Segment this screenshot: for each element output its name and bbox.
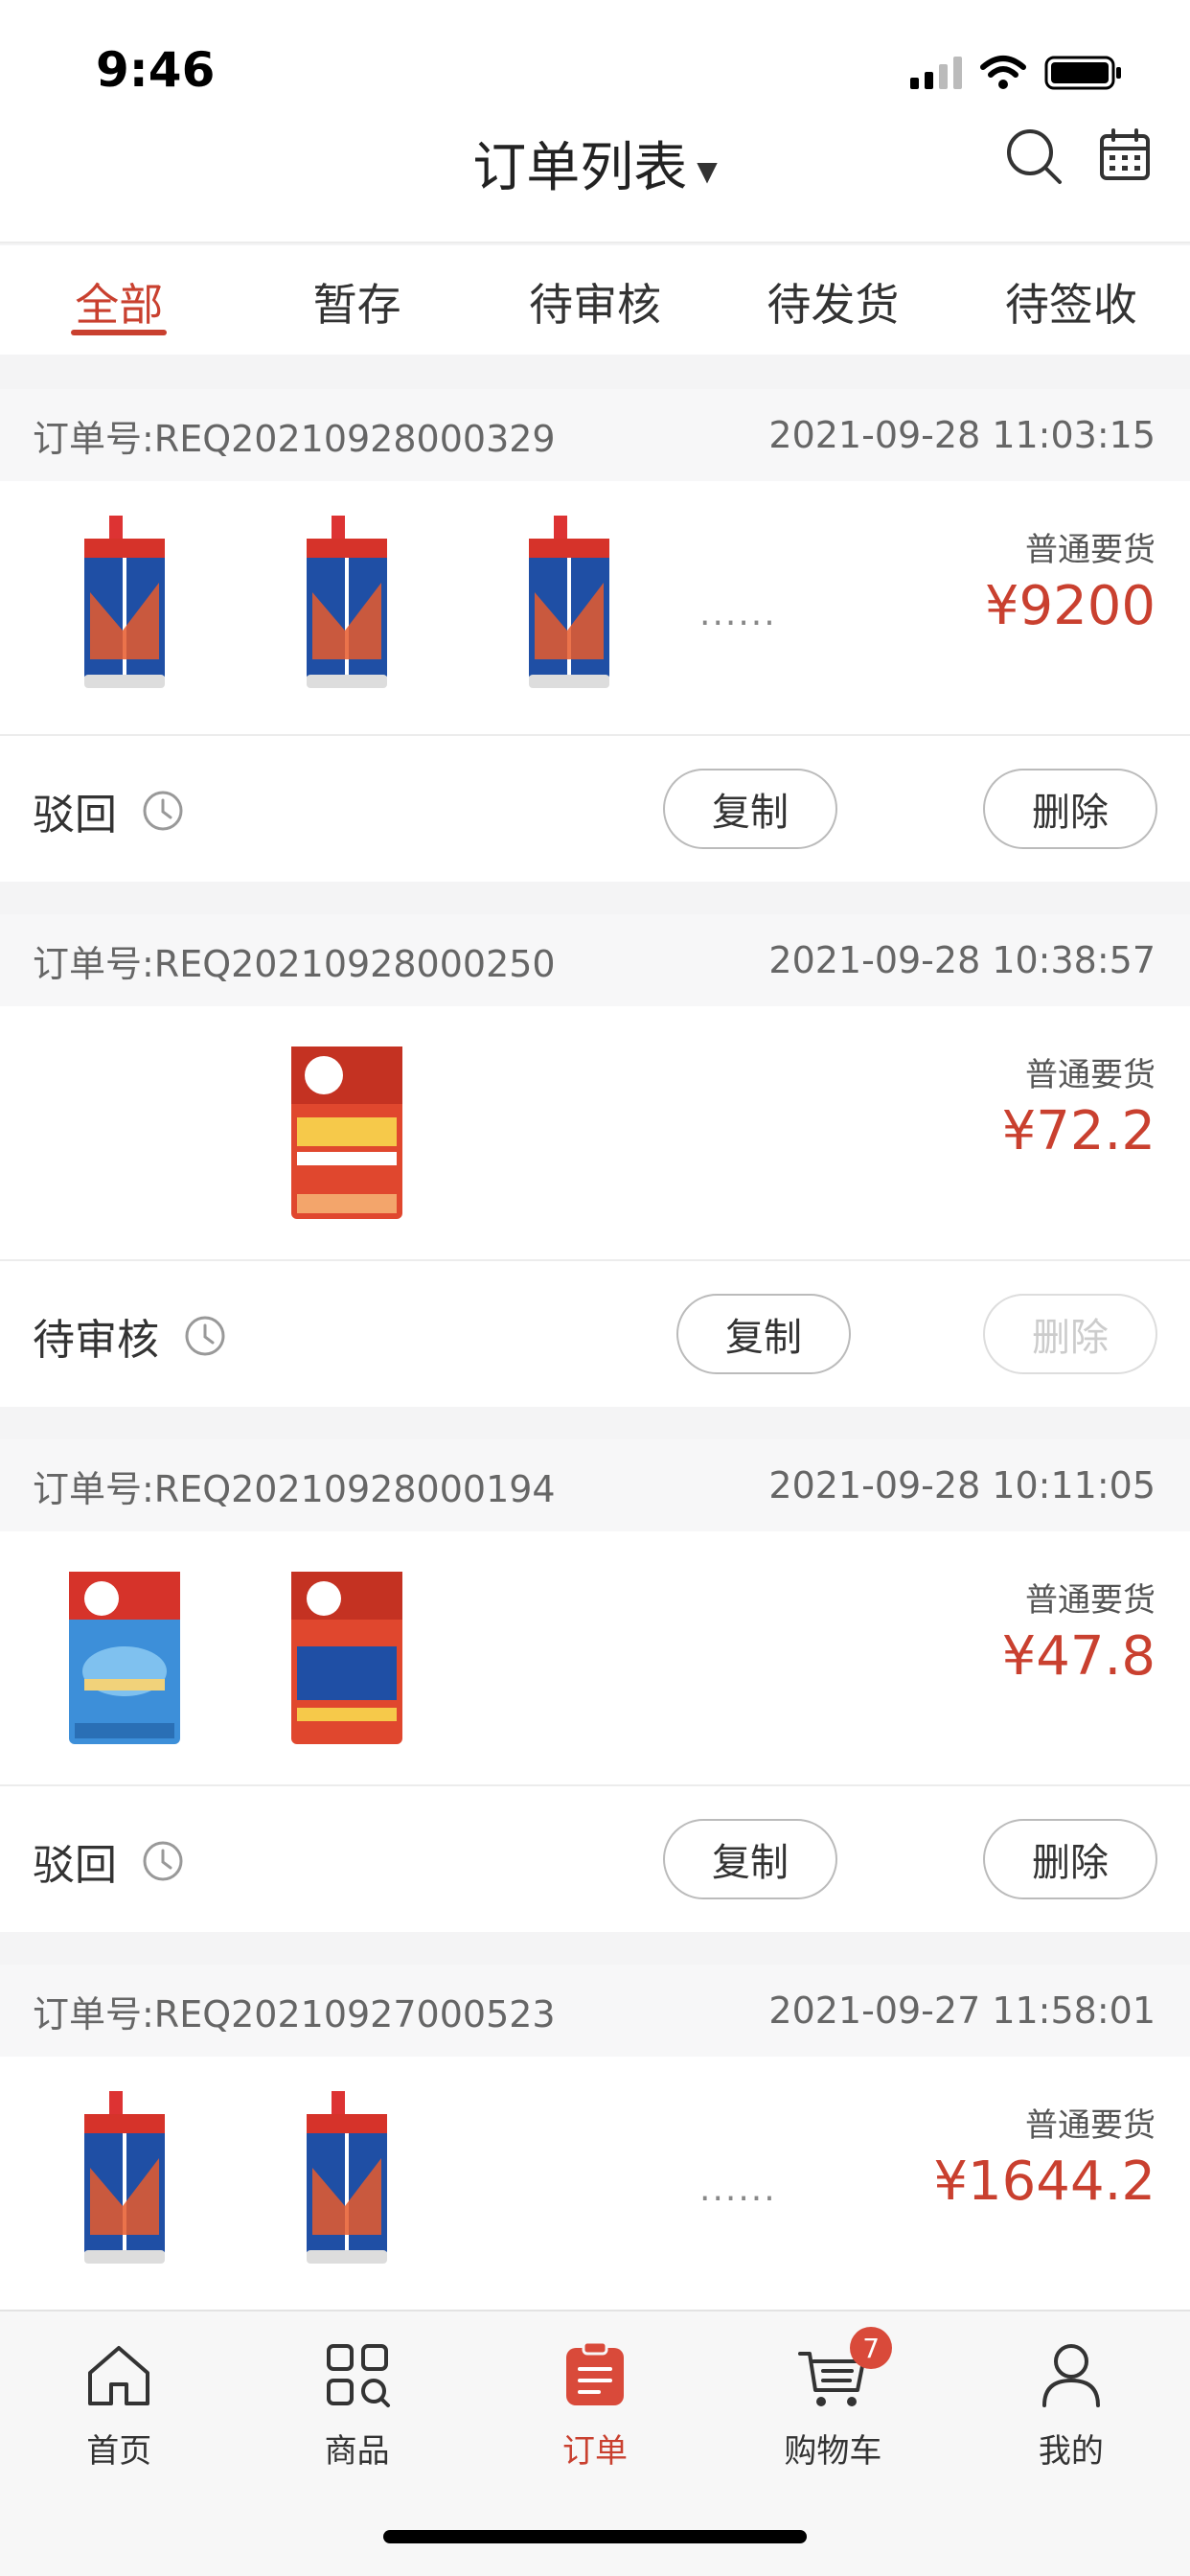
order-datetime: 2021-09-27 11:58:01	[768, 1990, 1156, 2032]
tabbar-label: 我的	[1038, 2432, 1104, 2471]
tab-pending-review[interactable]: 待审核	[476, 245, 714, 355]
tile-adhesive-bag-image	[291, 1572, 402, 1744]
tabbar-label: 购物车	[784, 2432, 882, 2471]
order-header: 订单号:REQ20210928000250 2021-09-28 10:38:5…	[0, 914, 1190, 1006]
order-status: 待审核	[33, 1305, 226, 1367]
tile-adhesive-bag-image	[69, 1572, 180, 1744]
sealant-tube-image	[307, 516, 387, 688]
tab-all[interactable]: 全部	[0, 245, 238, 355]
tab-draft[interactable]: 暂存	[238, 245, 475, 355]
home-indicator[interactable]	[383, 2530, 807, 2543]
order-products[interactable]: 普通要货 ¥47.8	[0, 1531, 1190, 1786]
more-products-ellipsis: ......	[699, 2170, 777, 2209]
wifi-icon	[980, 56, 1026, 89]
order-datetime: 2021-09-28 10:38:57	[768, 939, 1156, 981]
order-number: 订单号:REQ20210928000329	[33, 417, 556, 460]
delete-button[interactable]: 删除	[983, 1819, 1157, 1899]
order-filter-tabs: 全部 暂存 待审核 待发货 待签收	[0, 245, 1190, 355]
copy-button[interactable]: 复制	[676, 1294, 851, 1374]
tabbar-item-me[interactable]: 我的	[952, 2312, 1190, 2576]
delete-button[interactable]: 删除	[983, 769, 1157, 849]
search-icon[interactable]	[1000, 123, 1067, 190]
order-footer: 待审核 复制 删除	[0, 1261, 1190, 1407]
sealant-tube-image	[84, 2091, 165, 2264]
order-products[interactable]: 普通要货 ¥72.2	[0, 1006, 1190, 1261]
tile-adhesive-bag-image	[291, 1046, 402, 1219]
clock-icon[interactable]	[142, 790, 184, 832]
more-products-ellipsis: ......	[699, 594, 777, 633]
dropdown-caret-icon: ▼	[697, 155, 718, 188]
order-card[interactable]: 订单号:REQ20210928000194 2021-09-28 10:11:0…	[0, 1439, 1190, 1932]
grid-icon	[326, 2344, 390, 2407]
order-footer: 驳回 复制 删除	[0, 1786, 1190, 1932]
calendar-icon[interactable]	[1092, 123, 1159, 190]
order-status-label: 驳回	[33, 1841, 117, 1890]
order-number: 订单号:REQ20210928000194	[33, 1467, 556, 1510]
order-datetime: 2021-09-28 11:03:15	[768, 414, 1156, 456]
sealant-tube-image	[307, 2091, 387, 2264]
status-icons	[910, 54, 1123, 92]
order-price: ¥72.2	[1001, 1100, 1156, 1162]
order-type: 普通要货	[1025, 1581, 1156, 1620]
tabbar-label: 首页	[86, 2432, 152, 2471]
page-title-text: 订单列表	[472, 137, 688, 199]
tabbar-item-home[interactable]: 首页	[0, 2312, 238, 2576]
signal-icon	[910, 57, 962, 89]
order-price: ¥9200	[984, 575, 1156, 637]
user-icon	[1041, 2344, 1100, 2407]
cart-badge: 7	[850, 2327, 893, 2369]
sealant-tube-image	[84, 516, 165, 688]
order-products[interactable]: ...... 普通要货 ¥1644.2	[0, 2057, 1190, 2312]
tabbar-label: 商品	[324, 2432, 390, 2471]
order-type: 普通要货	[1025, 531, 1156, 569]
clock-icon[interactable]	[184, 1315, 226, 1357]
order-datetime: 2021-09-28 10:11:05	[768, 1464, 1156, 1506]
order-type: 普通要货	[1025, 2106, 1156, 2145]
order-header: 订单号:REQ20210928000194 2021-09-28 10:11:0…	[0, 1439, 1190, 1531]
nav-bar: 订单列表 ▼	[0, 96, 1190, 243]
clock-icon[interactable]	[142, 1840, 184, 1882]
order-card[interactable]: 订单号:REQ20210928000329 2021-09-28 11:03:1…	[0, 389, 1190, 882]
order-card[interactable]: 订单号:REQ20210928000250 2021-09-28 10:38:5…	[0, 914, 1190, 1407]
home-icon	[88, 2346, 150, 2405]
order-list: 订单号:REQ20210928000329 2021-09-28 11:03:1…	[0, 389, 1190, 2344]
copy-button[interactable]: 复制	[663, 1819, 837, 1899]
status-time: 9:46	[96, 42, 216, 98]
tab-pending-receipt[interactable]: 待签收	[952, 245, 1190, 355]
copy-button[interactable]: 复制	[663, 769, 837, 849]
order-price: ¥47.8	[1001, 1625, 1156, 1688]
order-price: ¥1644.2	[933, 2150, 1156, 2213]
order-status: 驳回	[33, 780, 184, 841]
order-status-label: 待审核	[33, 1316, 159, 1365]
tabbar-label: 订单	[562, 2432, 629, 2471]
order-products[interactable]: ...... 普通要货 ¥9200	[0, 481, 1190, 736]
order-type: 普通要货	[1025, 1056, 1156, 1094]
order-number: 订单号:REQ20210927000523	[33, 1992, 556, 2036]
order-header: 订单号:REQ20210928000329 2021-09-28 11:03:1…	[0, 389, 1190, 481]
order-icon	[566, 2340, 625, 2405]
order-footer: 驳回 复制 删除	[0, 736, 1190, 882]
tab-pending-shipment[interactable]: 待发货	[714, 245, 951, 355]
sealant-tube-image	[529, 516, 609, 688]
order-status-label: 驳回	[33, 791, 117, 840]
order-header: 订单号:REQ20210927000523 2021-09-27 11:58:0…	[0, 1965, 1190, 2057]
order-card[interactable]: 订单号:REQ20210927000523 2021-09-27 11:58:0…	[0, 1965, 1190, 2312]
order-status: 驳回	[33, 1830, 184, 1892]
delete-button-disabled: 删除	[983, 1294, 1157, 1374]
order-number: 订单号:REQ20210928000250	[33, 942, 556, 985]
battery-icon	[1044, 56, 1121, 90]
